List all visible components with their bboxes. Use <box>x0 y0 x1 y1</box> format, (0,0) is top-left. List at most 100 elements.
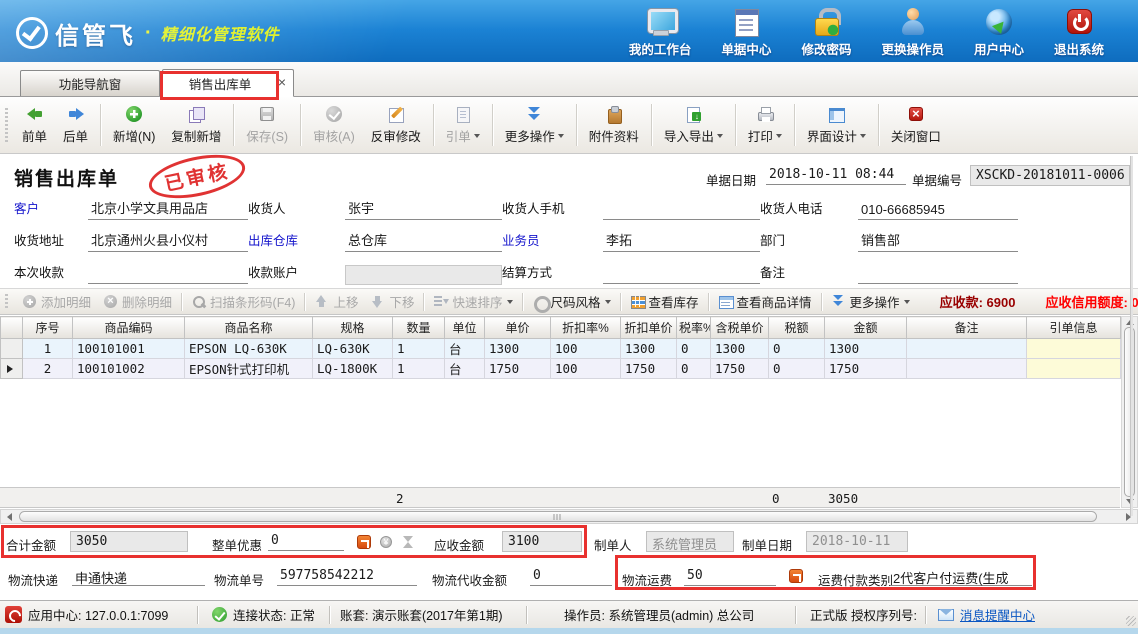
cell[interactable]: 1 <box>393 359 445 379</box>
cell[interactable]: 0 <box>769 359 825 379</box>
discount-icon[interactable] <box>356 534 372 550</box>
cell[interactable]: 0 <box>769 339 825 359</box>
tab-function-nav[interactable]: 功能导航窗 <box>20 70 160 96</box>
column-header[interactable]: 折扣单价 <box>621 317 677 339</box>
cell[interactable]: 1750 <box>485 359 551 379</box>
cell[interactable]: 台 <box>445 359 485 379</box>
column-header[interactable]: 金额 <box>825 317 907 339</box>
column-header[interactable]: 规格 <box>313 317 393 339</box>
column-header[interactable]: 单位 <box>445 317 485 339</box>
new-button[interactable]: 新增(N) <box>105 101 163 149</box>
freight-pay-type-field[interactable]: 2代客户付运费(生成 <box>890 566 1032 586</box>
attachment-button[interactable]: 附件资料 <box>581 101 647 149</box>
freight-discount-icon[interactable] <box>788 568 804 584</box>
cell[interactable]: 1 <box>393 339 445 359</box>
message-center-text[interactable]: 消息提醒中心 <box>960 605 1035 624</box>
cell[interactable]: 台 <box>445 339 485 359</box>
column-header[interactable]: 税率% <box>677 317 711 339</box>
payment-now-field[interactable] <box>88 262 248 284</box>
payment-account-field[interactable] <box>345 265 502 285</box>
view-product-detail-button[interactable]: 查看商品详情 <box>712 290 818 313</box>
user-center-button[interactable]: 用户中心 <box>974 7 1024 58</box>
cell[interactable]: 100101001 <box>73 339 185 359</box>
horizontal-scrollbar[interactable] <box>0 509 1138 524</box>
horizontal-scrollbar-thumb[interactable] <box>19 511 1097 522</box>
scroll-right-button[interactable] <box>1121 511 1136 523</box>
cell[interactable]: 0 <box>677 359 711 379</box>
cell[interactable]: 1300 <box>825 339 907 359</box>
cell[interactable]: 1 <box>23 339 73 359</box>
cell[interactable] <box>1027 339 1121 359</box>
cell[interactable]: EPSON LQ-630K <box>185 339 313 359</box>
cell[interactable] <box>1027 359 1121 379</box>
unaudit-button[interactable]: 反审修改 <box>363 101 429 149</box>
document-center-button[interactable]: 单据中心 <box>721 7 771 58</box>
cell[interactable]: 1750 <box>711 359 769 379</box>
consignee-phone-field[interactable]: 010-66685945 <box>858 198 1018 220</box>
customer-field[interactable]: 北京小学文具用品店 <box>88 198 248 220</box>
cell[interactable]: LQ-630K <box>313 339 393 359</box>
copy-new-button[interactable]: 复制新增 <box>163 101 229 149</box>
cell[interactable]: 1300 <box>485 339 551 359</box>
table-row[interactable]: 1100101001EPSON LQ-630KLQ-630K1台13001001… <box>1 339 1121 359</box>
ui-design-button[interactable]: 界面设计 <box>799 101 874 149</box>
more-grid-ops-button[interactable]: 更多操作 <box>825 290 916 313</box>
change-password-button[interactable]: 修改密码 <box>801 7 851 58</box>
cell[interactable]: 1750 <box>825 359 907 379</box>
column-header[interactable]: 备注 <box>907 317 1027 339</box>
order-discount-field[interactable]: 0 <box>268 531 344 551</box>
cell[interactable]: 1300 <box>621 339 677 359</box>
delivery-address-field[interactable]: 北京通州火县小仪村 <box>88 230 248 252</box>
resize-grip[interactable] <box>1126 616 1136 626</box>
column-header[interactable]: 商品编码 <box>73 317 185 339</box>
column-header[interactable]: 折扣率% <box>551 317 621 339</box>
column-header[interactable]: 序号 <box>23 317 73 339</box>
settlement-method-field[interactable] <box>603 262 760 284</box>
cell[interactable]: 100 <box>551 339 621 359</box>
cell[interactable]: 0 <box>677 339 711 359</box>
cell[interactable] <box>907 359 1027 379</box>
warehouse-field[interactable]: 总仓库 <box>345 230 502 252</box>
tab-close-icon[interactable]: × <box>278 75 286 89</box>
cell[interactable]: 2 <box>23 359 73 379</box>
cod-amount-field[interactable]: 0 <box>530 566 612 586</box>
my-workstation-button[interactable]: 我的工作台 <box>629 7 692 58</box>
scroll-left-button[interactable] <box>2 511 17 523</box>
cell[interactable]: LQ-1800K <box>313 359 393 379</box>
cell[interactable]: EPSON针式打印机 <box>185 359 313 379</box>
coin-icon[interactable] <box>378 534 394 550</box>
switch-operator-button[interactable]: 更换操作员 <box>881 7 944 58</box>
column-header[interactable]: 单价 <box>485 317 551 339</box>
close-window-button[interactable]: 关闭窗口 <box>883 101 949 149</box>
cell[interactable]: 100 <box>551 359 621 379</box>
remark-field[interactable] <box>858 262 1018 284</box>
import-export-button[interactable]: 导入导出 <box>656 101 731 149</box>
exit-system-button[interactable]: 退出系统 <box>1054 7 1104 58</box>
tracking-no-field[interactable]: 597758542212 <box>277 566 417 586</box>
next-doc-button[interactable]: 后单 <box>55 101 96 149</box>
size-style-button[interactable]: 尺码风格 <box>526 290 617 313</box>
freight-field[interactable]: 50 <box>684 566 776 586</box>
view-inventory-button[interactable]: 查看库存 <box>624 290 705 313</box>
more-ops-button[interactable]: 更多操作 <box>497 101 572 149</box>
message-center-link[interactable]: 消息提醒中心 <box>926 605 1035 624</box>
column-header[interactable]: 数量 <box>393 317 445 339</box>
print-button[interactable]: 打印 <box>740 101 790 149</box>
column-header[interactable]: 税额 <box>769 317 825 339</box>
column-header[interactable]: 含税单价 <box>711 317 769 339</box>
consignee-field[interactable]: 张宇 <box>345 198 502 220</box>
hourglass-icon[interactable] <box>400 534 416 550</box>
tab-sales-outbound[interactable]: 销售出库单× <box>162 69 294 97</box>
prev-doc-button[interactable]: 前单 <box>14 101 55 149</box>
cell[interactable]: 1750 <box>621 359 677 379</box>
salesman-field[interactable]: 李拓 <box>603 230 760 252</box>
column-header[interactable]: 引单信息 <box>1027 317 1121 339</box>
cell[interactable] <box>907 339 1027 359</box>
column-header[interactable]: 商品名称 <box>185 317 313 339</box>
table-row[interactable]: 2100101002EPSON针式打印机LQ-1800K1台1750100175… <box>1 359 1121 379</box>
consignee-mobile-field[interactable] <box>603 198 760 220</box>
cell[interactable]: 1300 <box>711 339 769 359</box>
doc-date-field[interactable]: 2018-10-11 08:44 <box>766 167 906 185</box>
cell[interactable]: 100101002 <box>73 359 185 379</box>
department-field[interactable]: 销售部 <box>858 230 1018 252</box>
